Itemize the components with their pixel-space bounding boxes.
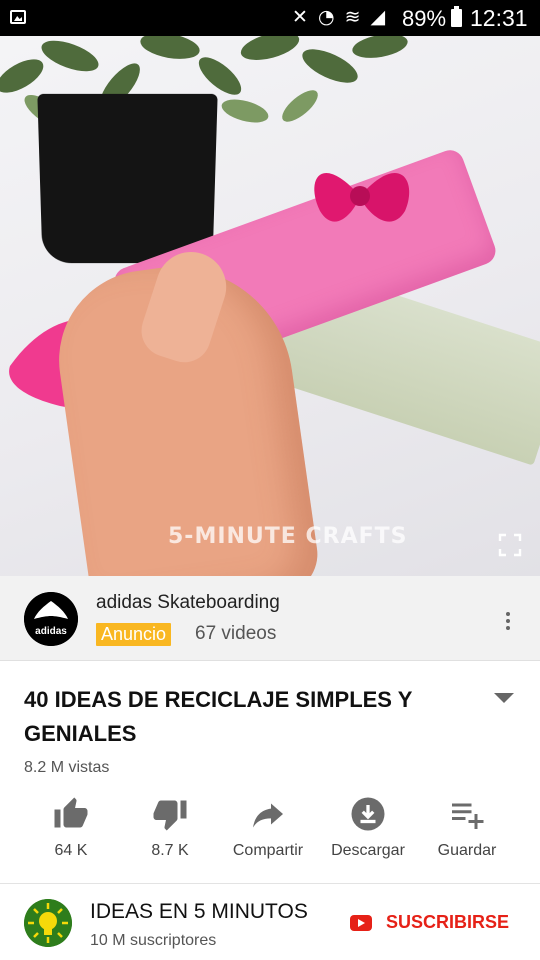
thumbs-up-icon [54, 797, 88, 828]
more-options-icon[interactable] [502, 612, 514, 634]
share-icon [253, 803, 283, 828]
save-button[interactable]: Guardar [417, 796, 517, 860]
view-count: 8.2 M vistas [24, 759, 110, 776]
dislike-button[interactable]: 8.7 K [120, 796, 220, 860]
adidas-logo-text: adidas [35, 626, 67, 637]
clock: 12:31 [470, 5, 528, 31]
save-label: Guardar [437, 842, 497, 859]
subscribe-label: SUSCRIBIRSE [386, 912, 510, 932]
ad-badge: Anuncio [96, 623, 172, 646]
share-label: Compartir [232, 842, 304, 859]
fullscreen-icon[interactable] [498, 533, 522, 557]
status-bar: ✕ ◔ ≋ ◢ 89% 12:31 [0, 0, 540, 36]
ad-video-count: 67 videos [195, 623, 277, 644]
channel-name[interactable]: IDEAS EN 5 MINUTOS [90, 900, 308, 924]
share-button[interactable]: Compartir [218, 796, 318, 860]
status-icons: ✕ ◔ ≋ ◢ [292, 6, 388, 28]
like-button[interactable]: 64 K [21, 796, 121, 860]
gallery-notification-icon [10, 10, 26, 24]
divider [0, 883, 540, 884]
battery-percent: 89% [402, 6, 447, 31]
ad-banner[interactable]: adidas adidas Skateboarding Anuncio 67 v… [0, 576, 540, 661]
expand-description-icon[interactable] [494, 693, 514, 703]
download-icon [351, 797, 385, 831]
youtube-icon [350, 914, 372, 931]
subscriber-count: 10 M suscriptores [90, 932, 217, 949]
dislike-count: 8.7 K [151, 842, 189, 859]
battery-icon [451, 6, 462, 27]
playlist-add-icon [452, 803, 484, 829]
video-watermark: 5-MINUTE CRAFTS [168, 524, 408, 549]
thumbs-down-icon [153, 800, 187, 831]
ad-channel-name[interactable]: adidas Skateboarding [96, 592, 280, 614]
ribbon-bow [314, 173, 410, 222]
download-button[interactable]: Descargar [318, 796, 418, 860]
download-label: Descargar [331, 842, 405, 859]
adidas-logo[interactable]: adidas [24, 592, 78, 646]
action-bar: 64 K 8.7 K Compartir Descargar Guardar [0, 796, 540, 876]
video-player[interactable]: 5-MINUTE CRAFTS [0, 36, 540, 576]
like-count: 64 K [54, 842, 88, 859]
channel-avatar[interactable] [24, 899, 72, 947]
subscribe-button[interactable]: SUSCRIBIRSE [350, 912, 509, 933]
flower-pot [37, 93, 218, 264]
video-title: 40 IDEAS DE RECICLAJE SIMPLES Y GENIALES [24, 687, 412, 746]
